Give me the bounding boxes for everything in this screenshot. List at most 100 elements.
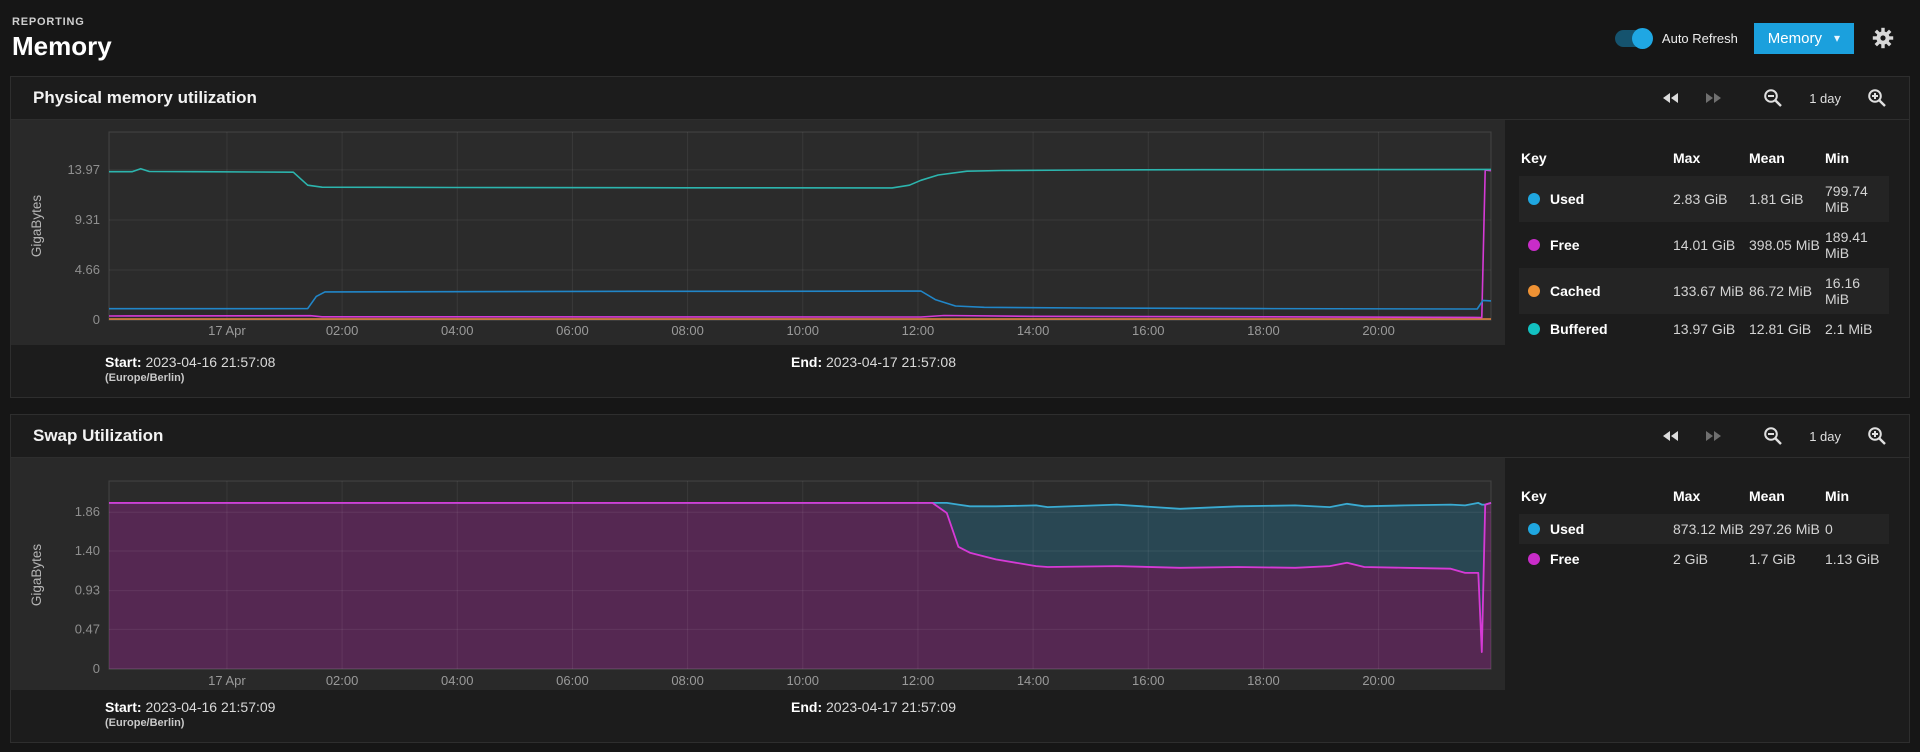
used-series-dot [1528, 523, 1540, 535]
chevron-down-icon: ▾ [1833, 31, 1840, 45]
chart-toolbar: 1 day [1661, 426, 1887, 446]
svg-text:14:00: 14:00 [1017, 323, 1050, 338]
view-selector-button[interactable]: Memory ▾ [1753, 22, 1854, 54]
legend-row: Used 2.83 GiB 1.81 GiB 799.74 MiB [1519, 176, 1889, 222]
svg-text:0.47: 0.47 [75, 621, 100, 636]
auto-refresh-toggle[interactable] [1614, 27, 1653, 49]
legend-value: 2.1 MiB [1825, 321, 1873, 337]
series-label: Used [1550, 521, 1585, 537]
svg-text:20:00: 20:00 [1362, 673, 1395, 688]
breadcrumb: REPORTING [12, 15, 85, 28]
legend-value: 12.81 GiB [1749, 321, 1812, 337]
free-series-dot [1528, 239, 1540, 251]
legend-value: 14.01 GiB [1673, 237, 1736, 253]
svg-text:9.31: 9.31 [75, 212, 100, 227]
legend-header: Max [1673, 488, 1701, 504]
buffered-series-dot [1528, 323, 1540, 335]
chart-end-time: End: 2023-04-17 21:57:08 [791, 354, 956, 370]
legend-value: 873.12 MiB [1671, 514, 1747, 544]
panel-title: Swap Utilization [33, 426, 164, 445]
legend-row: Cached 133.67 MiB 86.72 MiB 16.16 MiB [1519, 268, 1889, 314]
chart-legend: Key Max Mean Min Used 873.12 MiB 297.26 MiB 0 Fr… [1505, 458, 1909, 742]
legend-value: 1.81 GiB [1747, 176, 1823, 222]
series-label: Buffered [1550, 321, 1608, 337]
legend-value: 16.16 MiB [1823, 268, 1889, 314]
svg-text:08:00: 08:00 [671, 673, 704, 688]
legend-row: Used 873.12 MiB 297.26 MiB 0 [1519, 514, 1889, 544]
legend-value: 398.05 MiB [1749, 237, 1820, 253]
svg-text:16:00: 16:00 [1132, 323, 1165, 338]
chart-footer: Start: 2023-04-16 21:57:08 (Europe/Berli… [11, 345, 1505, 397]
svg-text:08:00: 08:00 [671, 323, 704, 338]
chart-start-time: Start: 2023-04-16 21:57:08 (Europe/Berli… [105, 354, 275, 384]
svg-text:18:00: 18:00 [1247, 323, 1280, 338]
zoom-in-button[interactable] [1867, 88, 1887, 108]
svg-text:02:00: 02:00 [326, 673, 359, 688]
legend-row: Buffered 13.97 GiB 12.81 GiB 2.1 MiB [1519, 314, 1889, 344]
legend-header: Max [1673, 150, 1701, 166]
legend-value: 133.67 MiB [1671, 268, 1747, 314]
chart-legend: Key Max Mean Min Used 2.83 GiB 1.81 GiB 799.74 … [1505, 120, 1909, 397]
rewind-button[interactable] [1661, 430, 1679, 442]
start-label: Start: [105, 699, 142, 715]
gear-icon[interactable] [1870, 25, 1896, 51]
series-label: Cached [1550, 283, 1601, 299]
svg-text:4.66: 4.66 [75, 262, 100, 277]
title-block: REPORTING Memory [12, 16, 112, 61]
chart-area: 17 Apr 02:00 04:00 06:00 08:00 10:00 12:00 14:0… [11, 458, 1505, 742]
header-controls: Auto Refresh Memory ▾ [1614, 22, 1896, 54]
start-value: 2023-04-16 21:57:09 [145, 699, 276, 715]
legend-value: 2.83 GiB [1671, 176, 1747, 222]
legend-value: 86.72 MiB [1747, 268, 1823, 314]
legend-header: Min [1825, 488, 1850, 504]
legend-header: Mean [1749, 488, 1785, 504]
svg-text:04:00: 04:00 [441, 673, 474, 688]
timezone-label: (Europe/Berlin) [105, 717, 185, 729]
start-value: 2023-04-16 21:57:08 [145, 354, 276, 370]
toggle-knob [1631, 27, 1653, 49]
svg-text:13.97: 13.97 [67, 162, 100, 177]
svg-text:20:00: 20:00 [1362, 323, 1395, 338]
legend-value: 799.74 MiB [1823, 176, 1889, 222]
fast-forward-button[interactable] [1705, 92, 1723, 104]
series-label: Free [1550, 551, 1580, 567]
svg-text:1.40: 1.40 [75, 543, 100, 558]
used-series-dot [1528, 193, 1540, 205]
legend-value: 1.13 GiB [1825, 551, 1880, 567]
legend-value: 1.7 GiB [1749, 551, 1796, 567]
physical-memory-panel: Physical memory utilization 1 day 17 Apr… [10, 76, 1910, 398]
time-range-label: 1 day [1809, 90, 1841, 106]
chart-footer: Start: 2023-04-16 21:57:09 (Europe/Berli… [11, 690, 1505, 742]
svg-text:17 Apr: 17 Apr [208, 323, 246, 338]
svg-text:GigaBytes: GigaBytes [29, 195, 44, 258]
cached-series-dot [1528, 285, 1540, 297]
chart-toolbar: 1 day [1661, 88, 1887, 108]
zoom-out-button[interactable] [1763, 426, 1783, 446]
svg-text:0: 0 [93, 312, 100, 327]
svg-text:06:00: 06:00 [556, 323, 589, 338]
physical-memory-chart[interactable]: 17 Apr 02:00 04:00 06:00 08:00 10:00 12:00 14:0… [11, 120, 1505, 345]
svg-text:10:00: 10:00 [786, 673, 819, 688]
swap-panel: Swap Utilization 1 day 17 Apr 02:00 04:00 0… [10, 414, 1910, 743]
svg-text:06:00: 06:00 [556, 673, 589, 688]
panel-title: Physical memory utilization [33, 88, 257, 107]
legend-value: 0 [1823, 514, 1889, 544]
rewind-button[interactable] [1661, 92, 1679, 104]
fast-forward-button[interactable] [1705, 430, 1723, 442]
page-header: REPORTING Memory Auto Refresh Memory ▾ [0, 0, 1920, 72]
zoom-out-button[interactable] [1763, 88, 1783, 108]
legend-row: Free 14.01 GiB 398.05 MiB 189.41 MiB [1519, 222, 1889, 268]
free-series-dot [1528, 553, 1540, 565]
svg-text:18:00: 18:00 [1247, 673, 1280, 688]
panel-header: Physical memory utilization 1 day [11, 77, 1909, 120]
series-label: Used [1550, 191, 1585, 207]
zoom-in-button[interactable] [1867, 426, 1887, 446]
time-range-label: 1 day [1809, 428, 1841, 444]
svg-text:GigaBytes: GigaBytes [29, 544, 44, 607]
start-label: Start: [105, 354, 142, 370]
auto-refresh-label: Auto Refresh [1661, 30, 1738, 46]
svg-text:14:00: 14:00 [1017, 673, 1050, 688]
swap-chart[interactable]: 17 Apr 02:00 04:00 06:00 08:00 10:00 12:00 14:0… [11, 458, 1505, 690]
timezone-label: (Europe/Berlin) [105, 372, 185, 384]
legend-header: Mean [1749, 150, 1785, 166]
